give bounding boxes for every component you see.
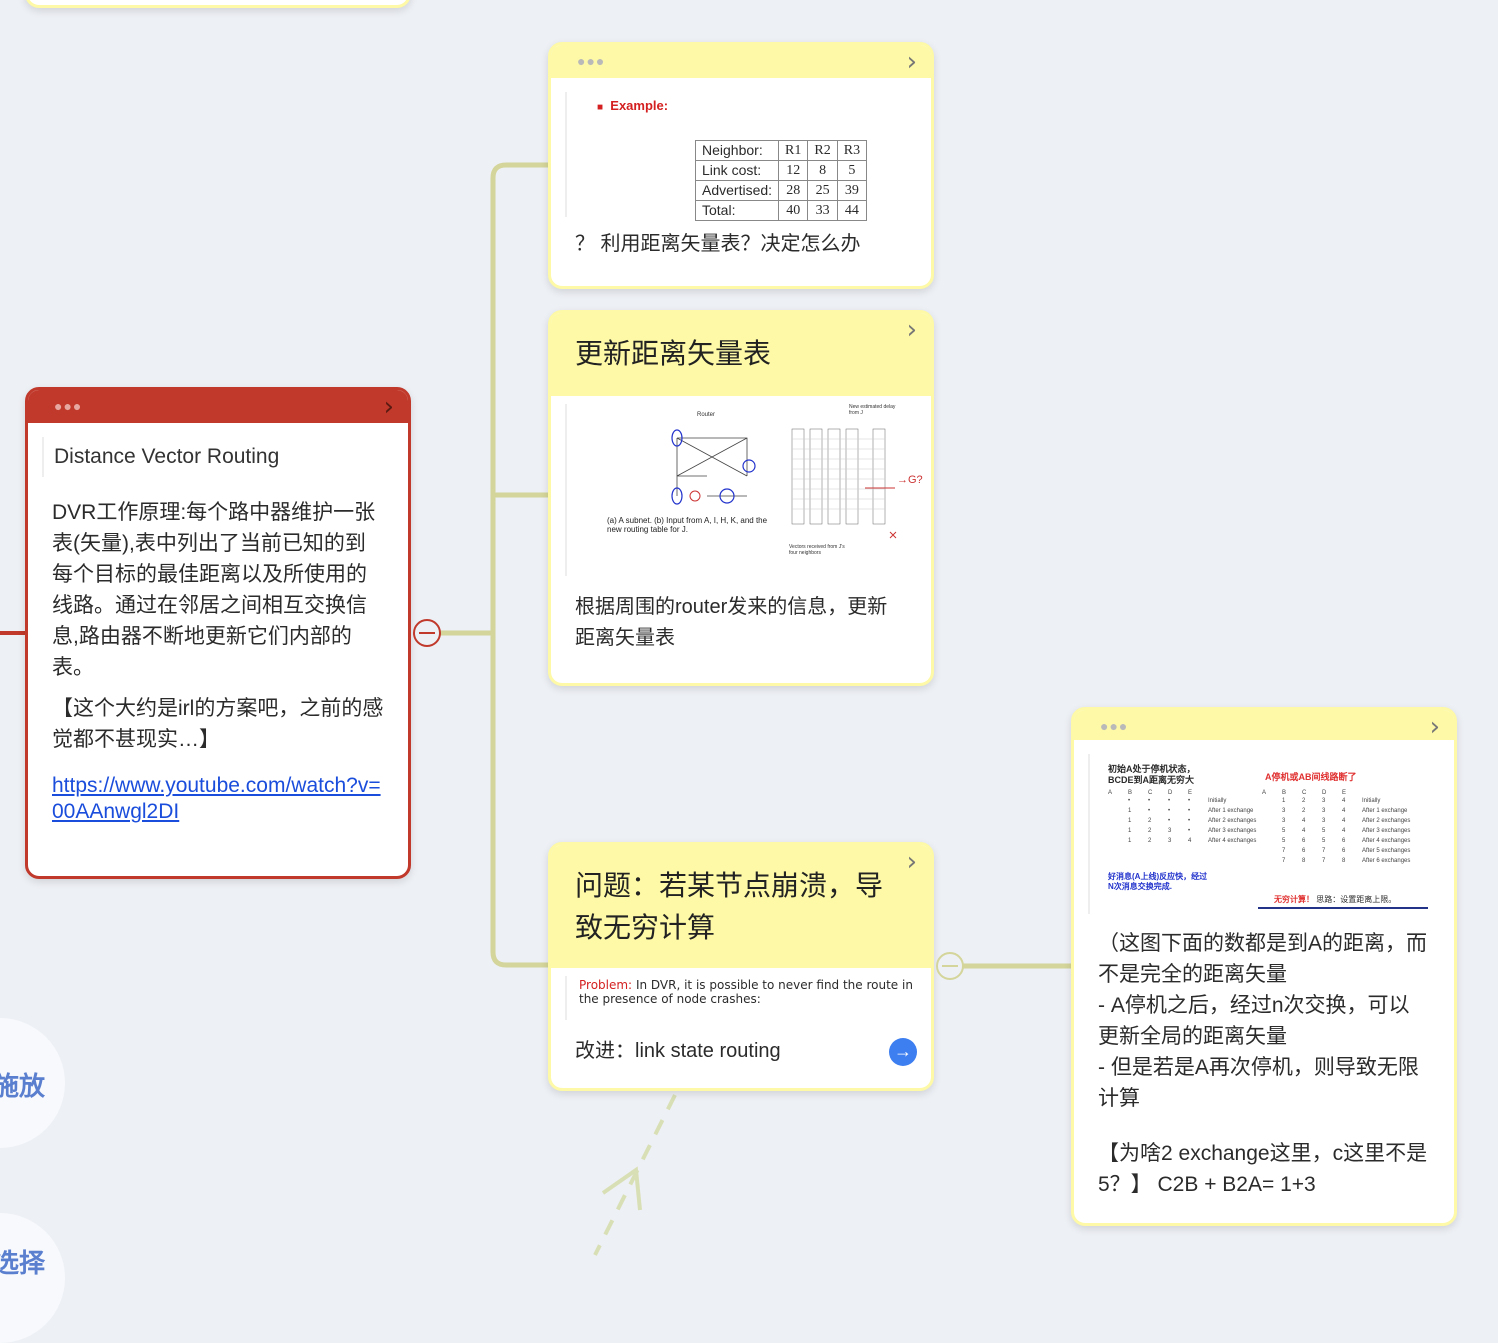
update-title: 更新距离矢量表 [575,338,772,369]
update-card[interactable]: › 更新距离矢量表 Router (a) A subnet. (b) Input … [548,310,934,686]
arrow-right-button[interactable]: → [889,1038,917,1066]
problem-text: 改进：link state routing [575,1040,781,1062]
chevron-right-icon[interactable]: › [907,315,917,345]
dvr-description: DVR工作原理:每个路中器维护一张表(矢量),表中列出了当前已知的到每个目标的最… [52,501,376,679]
collapse-toggle-2[interactable] [936,952,964,980]
chevron-right-icon[interactable]: › [907,847,917,877]
exchange-row: 1 2 3 4 Initially [1282,798,1381,804]
exchange-row: 7 8 7 8 After 6 exchanges [1282,858,1411,864]
update-text: 根据周围的router发来的信息，更新距离矢量表 [575,596,888,649]
dvr-title: Distance Vector Routing [54,445,280,468]
youtube-link[interactable]: https://www.youtube.com/watch?v=00AAnwgl… [52,774,381,823]
dvr-card[interactable]: ●●● › Distance Vector Routing DVR工作原理:每个路… [25,387,411,879]
routing-tables [791,428,897,539]
more-icon[interactable]: ●●● [577,53,605,69]
exchange-row: 3 2 3 4 After 1 exchange [1282,808,1408,814]
example-text: ？ 利用距离矢量表？决定怎么办 [575,233,861,255]
count-question: 【为啥2 exchange这里，c这里不是5？】 C2B + B2A= 1+3 [1098,1142,1428,1196]
subnet-diagram [671,429,756,505]
chevron-right-icon[interactable]: › [1430,712,1440,742]
count-text: （这图下面的数都是到A的距离，而不是完全的距离矢量 - A停机之后，经过n次交换… [1098,932,1428,1110]
exchange-row: 1 2 3 • After 3 exchanges [1128,828,1257,834]
routing-image: Router (a) A subnet. (b) Input from A, I… [565,404,931,576]
exchange-row: 3 4 3 4 After 2 exchanges [1282,818,1411,824]
neighbor-table: Neighbor: R1 R2 R3 Link cost: 12 8 5 Advertise… [694,140,868,221]
collapse-toggle[interactable] [413,619,441,647]
count-image: 初始A处于停机状态，BCDE到A距离无穷大 A停机或AB间线路断了 A B C D E •… [1088,754,1454,914]
more-icon[interactable]: ●●● [1100,718,1128,734]
problem-image: Problem: In DVR, it is possible to never… [565,976,931,1020]
example-card[interactable]: ●●● › ■ Example: Neighbor: R1 R2 R3 Link cos… [548,42,934,289]
chevron-right-icon[interactable]: › [907,47,917,77]
count-to-infinity-card[interactable]: ●●● › 初始A处于停机状态，BCDE到A距离无穷大 A停机或AB间线路断了 A… [1071,707,1457,1226]
exchange-row: 5 4 5 4 After 3 exchanges [1282,828,1411,834]
more-icon[interactable]: ●●● [54,398,82,414]
exchange-row: 7 6 7 6 After 5 exchanges [1282,848,1411,854]
exchange-row: • • • • Initially [1128,798,1227,804]
exchange-row: 5 6 5 6 After 4 exchanges [1282,838,1411,844]
top-partial-card[interactable] [25,0,411,8]
chevron-right-icon[interactable]: › [384,392,394,422]
example-image: ■ Example: Neighbor: R1 R2 R3 Link cost: 12 8… [565,92,931,221]
exchange-row: 1 2 • • After 2 exchanges [1128,818,1257,824]
exchange-row: 1 • • • After 1 exchange [1128,808,1254,814]
exchange-row: 1 2 3 4 After 4 exchanges [1128,838,1257,844]
problem-title: 问题：若某节点崩溃，导致无穷计算 [575,870,884,943]
problem-card[interactable]: › 问题：若某节点崩溃，导致无穷计算 Problem: In DVR, it is… [548,842,934,1091]
dvr-note: 【这个大约是irl的方案吧，之前的感觉都不甚现实…】 [52,697,384,751]
